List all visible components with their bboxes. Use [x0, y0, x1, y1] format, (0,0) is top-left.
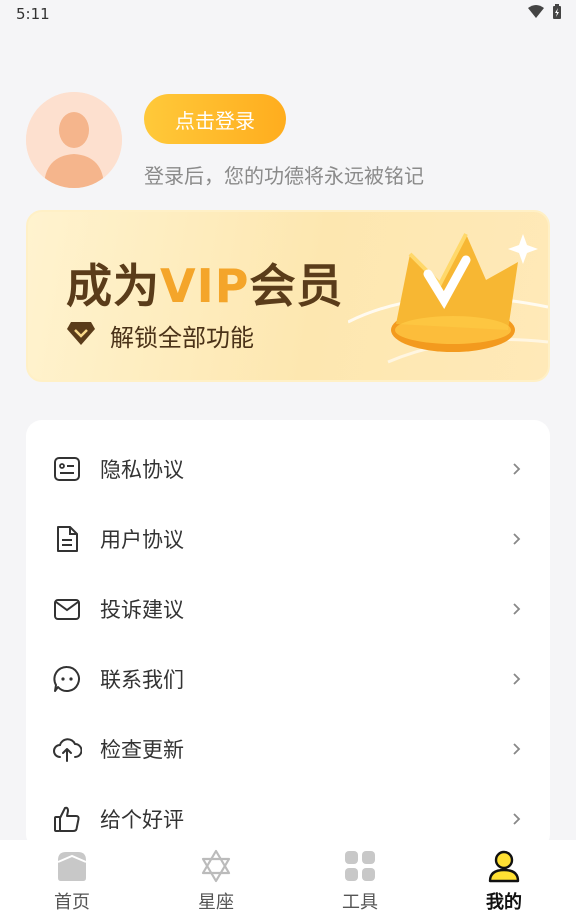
wifi-icon — [528, 5, 544, 23]
vip-subtitle-row: 解锁全部功能 — [66, 318, 254, 353]
tab-label-zodiac: 星座 — [198, 892, 234, 913]
diamond-icon — [66, 320, 96, 352]
status-time: 5:11 — [16, 5, 50, 23]
login-subtitle: 登录后，您的功德将永远被铭记 — [144, 164, 424, 188]
vip-subtitle: 解锁全部功能 — [110, 324, 254, 352]
privacy-icon — [52, 454, 82, 484]
menu-item-feedback[interactable]: 投诉建议 — [26, 574, 550, 644]
chevron-right-icon — [513, 743, 521, 755]
status-bar: 5:11 — [0, 0, 576, 28]
tab-home[interactable]: 首页 — [0, 840, 144, 920]
chevron-right-icon — [513, 603, 521, 615]
user-icon — [486, 848, 522, 884]
login-button[interactable]: 点击登录 — [144, 94, 286, 144]
avatar[interactable] — [26, 92, 122, 188]
menu-label-check-update: 检查更新 — [100, 738, 184, 762]
chevron-right-icon — [513, 533, 521, 545]
menu-item-check-update[interactable]: 检查更新 — [26, 714, 550, 784]
chat-icon — [52, 664, 82, 694]
settings-menu: 隐私协议 用户协议 投诉建议 联系我们 检查更新 给个好评 — [26, 420, 550, 850]
grid-icon — [342, 848, 378, 884]
menu-label-privacy: 隐私协议 — [100, 458, 184, 482]
tab-zodiac[interactable]: 星座 — [144, 840, 288, 920]
menu-item-contact[interactable]: 联系我们 — [26, 644, 550, 714]
menu-item-privacy[interactable]: 隐私协议 — [26, 434, 550, 504]
tab-tools[interactable]: 工具 — [288, 840, 432, 920]
vip-title-suffix: 会员 — [249, 259, 344, 313]
menu-label-contact: 联系我们 — [100, 668, 184, 692]
vip-title-prefix: 成为 — [66, 259, 160, 313]
bottom-tab-bar: 首页 星座 工具 我的 — [0, 840, 576, 920]
battery-icon — [552, 4, 562, 24]
status-icons — [528, 4, 562, 24]
mail-icon — [52, 594, 82, 624]
profile-section: 点击登录 登录后，您的功德将永远被铭记 — [26, 92, 556, 192]
vip-title: 成为VIP会员 — [66, 250, 343, 316]
home-icon — [54, 848, 90, 884]
chevron-right-icon — [513, 673, 521, 685]
tab-label-home: 首页 — [54, 892, 90, 913]
default-avatar-icon — [26, 92, 122, 188]
cloud-upload-icon — [52, 734, 82, 764]
menu-label-rate: 给个好评 — [100, 808, 184, 832]
chevron-right-icon — [513, 463, 521, 475]
vip-banner[interactable]: 成为VIP会员 解锁全部功能 — [26, 210, 550, 382]
vip-title-vip: VIP — [160, 259, 250, 313]
tab-mine[interactable]: 我的 — [432, 840, 576, 920]
document-icon — [52, 524, 82, 554]
tab-label-mine: 我的 — [486, 892, 522, 913]
menu-label-user-agreement: 用户协议 — [100, 528, 184, 552]
tab-label-tools: 工具 — [342, 892, 378, 913]
menu-item-user-agreement[interactable]: 用户协议 — [26, 504, 550, 574]
crown-icon — [347, 212, 548, 380]
chevron-right-icon — [513, 813, 521, 825]
star-of-david-icon — [198, 848, 234, 884]
thumbs-up-icon — [52, 804, 82, 834]
menu-label-feedback: 投诉建议 — [100, 598, 184, 622]
